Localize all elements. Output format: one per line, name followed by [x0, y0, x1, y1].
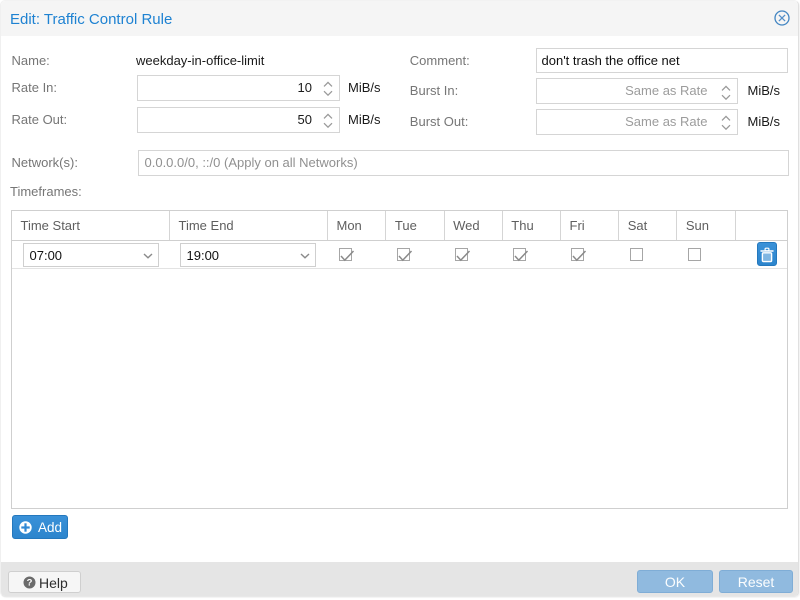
svg-text:?: ? — [27, 578, 33, 589]
